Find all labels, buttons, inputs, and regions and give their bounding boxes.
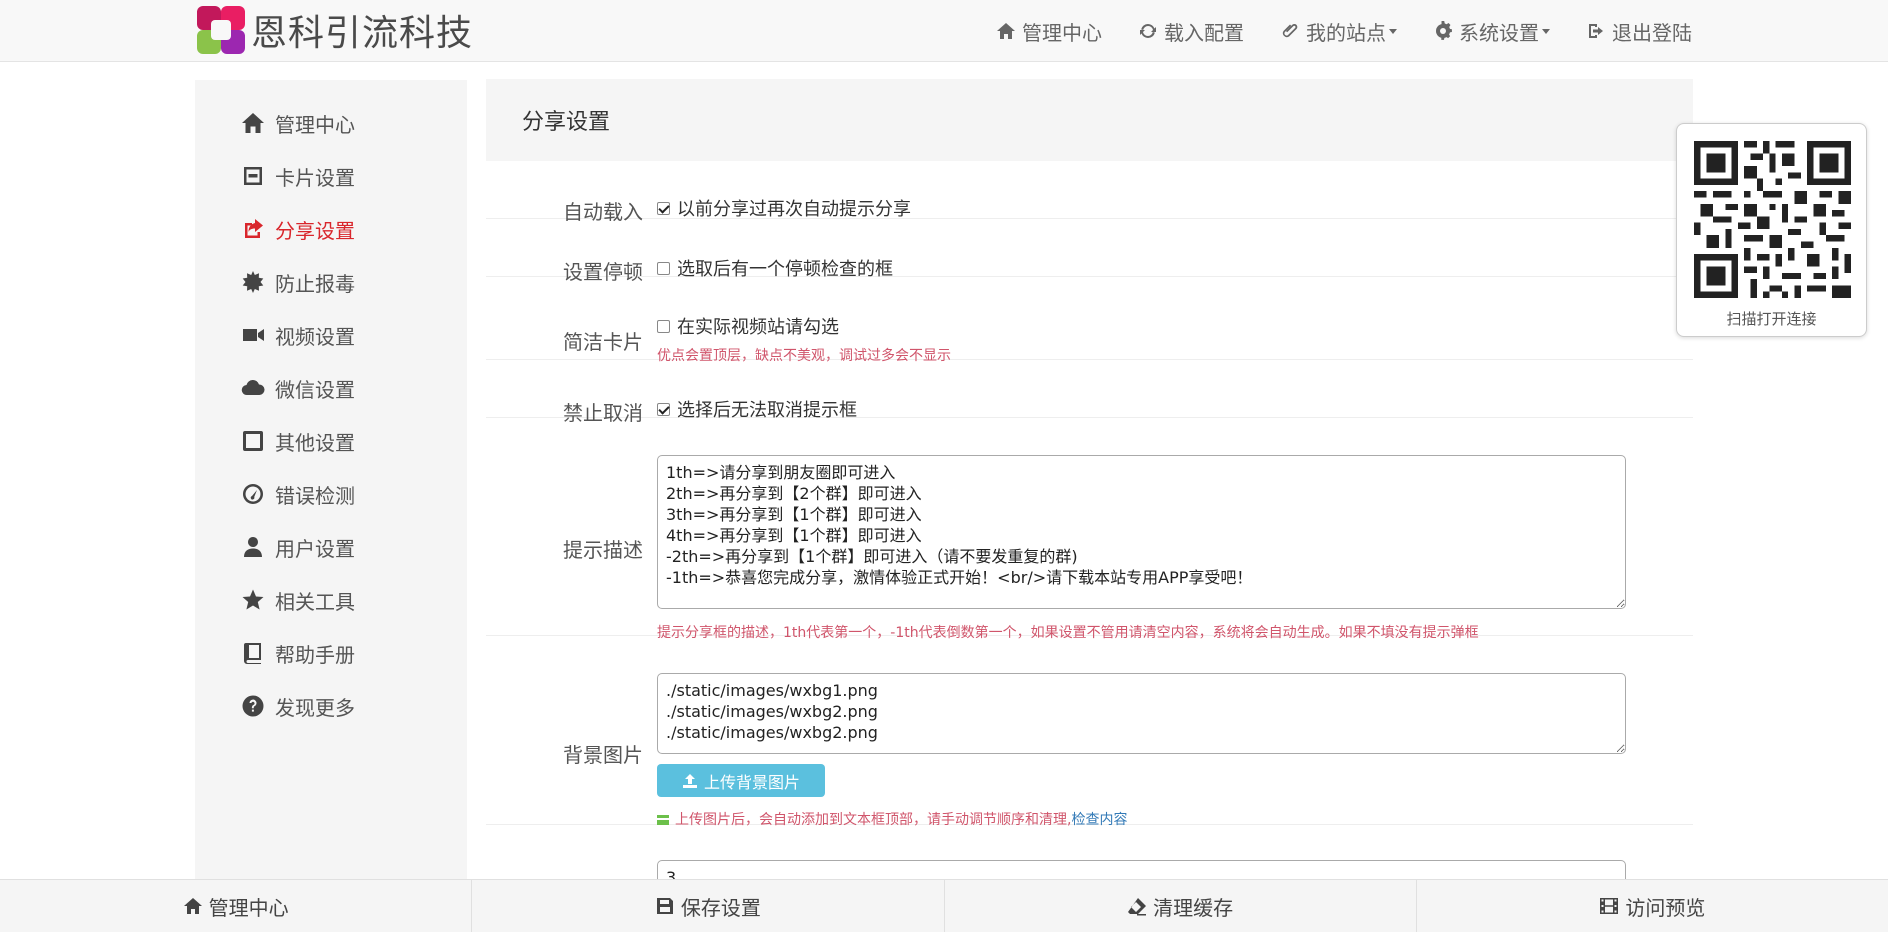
sidebar-item-dashboard[interactable]: 管理中心 bbox=[241, 108, 355, 138]
sidebar-item-error-check[interactable]: 错误检测 bbox=[241, 479, 355, 509]
check-content-link[interactable]: 检查内容 bbox=[1071, 812, 1127, 828]
chevron-down-icon bbox=[1542, 28, 1550, 34]
sidebar-item-other-settings[interactable]: 其他设置 bbox=[241, 426, 355, 456]
list-icon bbox=[657, 815, 669, 825]
sidebar-item-discover-more[interactable]: 发现更多 bbox=[241, 691, 355, 721]
sidebar-item-video-settings[interactable]: 视频设置 bbox=[241, 320, 355, 350]
card-icon bbox=[244, 167, 262, 185]
checkbox-checked-icon[interactable] bbox=[657, 402, 670, 416]
refresh-icon bbox=[1140, 23, 1156, 39]
save-icon bbox=[656, 898, 673, 914]
question-icon bbox=[242, 695, 264, 717]
qr-code-image bbox=[1694, 141, 1851, 298]
bg-image-label: 背景图片 bbox=[563, 743, 643, 767]
save-settings-button[interactable]: 保存设置 bbox=[472, 880, 945, 932]
checkbox-unchecked-icon[interactable] bbox=[657, 319, 670, 333]
sidebar-item-user-settings[interactable]: 用户设置 bbox=[241, 532, 355, 562]
home-icon bbox=[242, 113, 264, 133]
sidebar-item-card-settings[interactable]: 卡片设置 bbox=[241, 161, 355, 191]
paperclip-icon bbox=[1282, 23, 1298, 38]
film-icon bbox=[1600, 898, 1619, 914]
qr-caption: 扫描打开连接 bbox=[1726, 310, 1817, 328]
preview-button[interactable]: 访问预览 bbox=[1417, 880, 1888, 932]
share-icon bbox=[245, 219, 263, 238]
eraser-icon bbox=[1128, 898, 1147, 916]
star-icon bbox=[242, 589, 264, 610]
video-icon bbox=[243, 329, 264, 341]
sidebar-item-tools[interactable]: 相关工具 bbox=[241, 585, 355, 615]
tip-desc-label: 提示描述 bbox=[563, 538, 643, 562]
topnav-system-settings[interactable]: 系统设置 bbox=[1433, 17, 1550, 46]
bg-image-textarea[interactable]: ./static/images/wxbg1.png ./static/image… bbox=[657, 673, 1626, 754]
sidebar-item-share-settings[interactable]: 分享设置 bbox=[241, 214, 355, 244]
home-icon bbox=[183, 898, 202, 914]
book-icon bbox=[244, 643, 261, 664]
top-navbar: 恩科引流科技 管理中心 载入配置 我的站点 系统设置 退出登陆 bbox=[0, 0, 1888, 62]
chevron-down-icon bbox=[1389, 28, 1397, 34]
share-settings-panel: 分享设置 自动载入 以前分享过再次自动提示分享 设置停顿 选取后有一个停顿检查的… bbox=[486, 79, 1693, 920]
topnav-logout[interactable]: 退出登陆 bbox=[1586, 17, 1692, 46]
logout-icon bbox=[1589, 24, 1603, 38]
simple-card-checkbox[interactable]: 在实际视频站请勾选 bbox=[657, 313, 839, 339]
auto-load-checkbox[interactable]: 以前分享过再次自动提示分享 bbox=[657, 195, 911, 221]
gear-icon bbox=[1436, 21, 1452, 40]
square-icon bbox=[243, 431, 263, 451]
page-title: 分享设置 bbox=[522, 110, 611, 135]
cloud-icon bbox=[241, 380, 265, 396]
tip-desc-textarea[interactable]: 1th=>请分享到朋友圈即可进入 2th=>再分享到【2个群】即可进入 3th=… bbox=[657, 455, 1626, 609]
sidebar: 管理中心 卡片设置 分享设置 防止报毒 视频设置 微信设置 其他设置 错误检测 … bbox=[195, 80, 467, 880]
checkbox-checked-icon[interactable] bbox=[657, 201, 670, 215]
upload-bg-image-button[interactable]: 上传背景图片 bbox=[657, 764, 825, 797]
home-icon bbox=[997, 23, 1015, 39]
upload-icon bbox=[682, 773, 697, 788]
sidebar-item-help-manual[interactable]: 帮助手册 bbox=[241, 638, 355, 668]
topnav-reload-config[interactable]: 载入配置 bbox=[1138, 17, 1244, 46]
panel-header: 分享设置 bbox=[486, 79, 1693, 161]
topnav-my-sites[interactable]: 我的站点 bbox=[1280, 17, 1397, 46]
dashboard-icon bbox=[242, 484, 263, 504]
bg-image-help: 上传图片后，会自动添加到文本框顶部，请手动调节顺序和清理,检查内容 bbox=[657, 809, 1127, 829]
user-icon bbox=[244, 537, 262, 557]
logo-icon bbox=[197, 6, 245, 54]
sidebar-item-anti-virus[interactable]: 防止报毒 bbox=[241, 267, 355, 297]
qr-code-card: 扫描打开连接 bbox=[1676, 123, 1867, 337]
bottom-dashboard-button[interactable]: 管理中心 bbox=[0, 880, 473, 932]
checkbox-unchecked-icon[interactable] bbox=[657, 261, 670, 275]
brand-name: 恩科引流科技 bbox=[251, 13, 474, 54]
top-nav-menu: 管理中心 载入配置 我的站点 系统设置 退出登陆 bbox=[960, 0, 1692, 62]
simple-card-label: 简洁卡片 bbox=[563, 330, 643, 354]
virus-icon bbox=[242, 271, 264, 293]
brand-logo[interactable]: 恩科引流科技 bbox=[197, 6, 473, 54]
topnav-home[interactable]: 管理中心 bbox=[996, 17, 1102, 46]
sidebar-item-wechat-settings[interactable]: 微信设置 bbox=[241, 373, 355, 403]
clear-cache-button[interactable]: 清理缓存 bbox=[945, 880, 1417, 932]
bottom-toolbar: 管理中心 保存设置 清理缓存 访问预览 bbox=[0, 879, 1888, 932]
